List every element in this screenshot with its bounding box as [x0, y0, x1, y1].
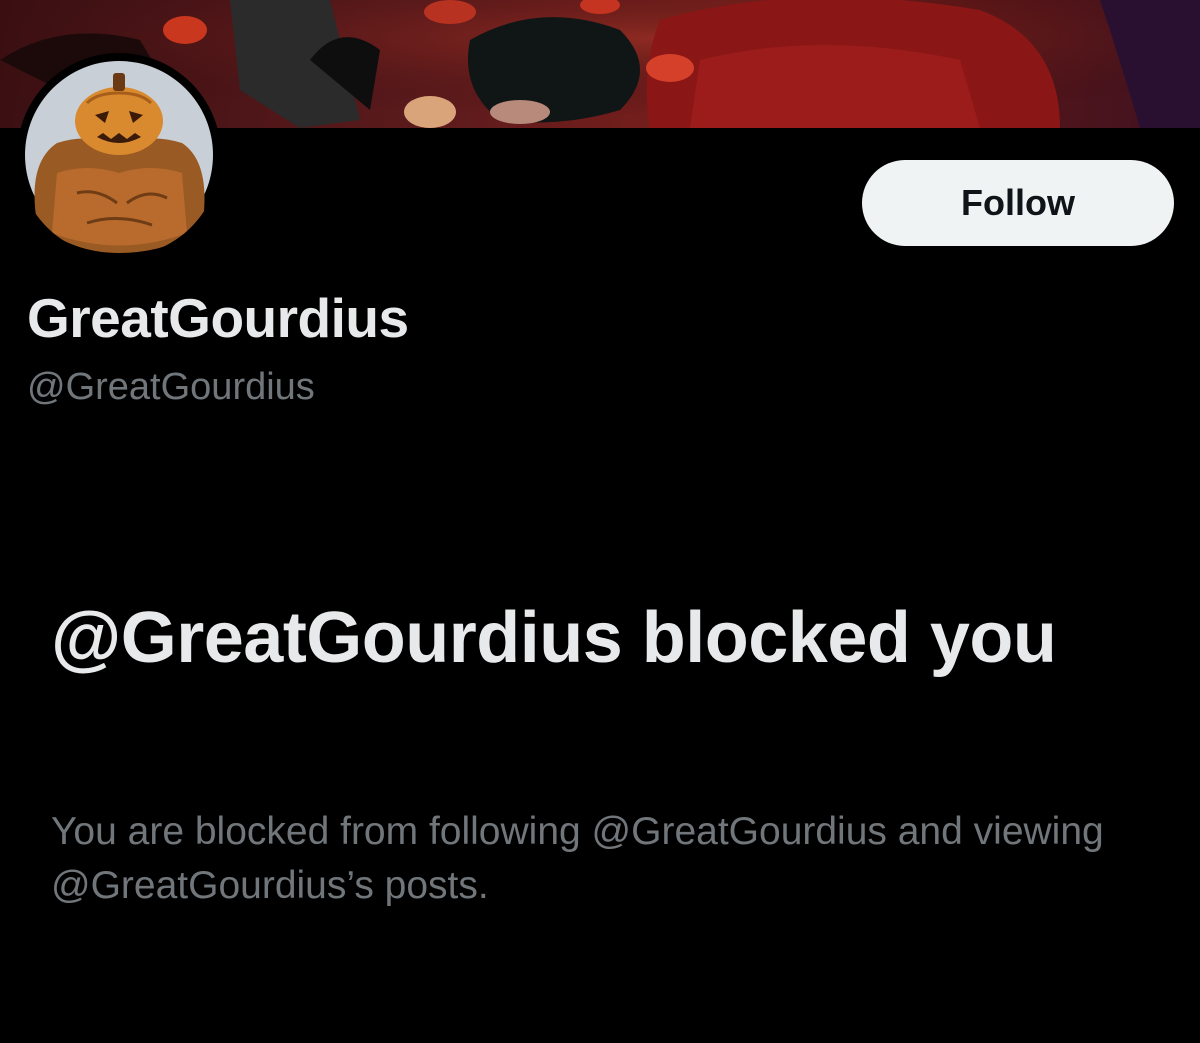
blocked-message-description: You are blocked from following @GreatGou… [51, 810, 1104, 907]
blocked-message-title: @GreatGourdius blocked you [51, 598, 1057, 678]
profile-handle: @GreatGourdius [27, 366, 315, 408]
follow-button[interactable]: Follow [862, 160, 1174, 246]
pumpkin-avatar-icon [25, 61, 213, 253]
profile-avatar[interactable] [17, 53, 221, 257]
profile-display-name: GreatGourdius [27, 287, 409, 349]
